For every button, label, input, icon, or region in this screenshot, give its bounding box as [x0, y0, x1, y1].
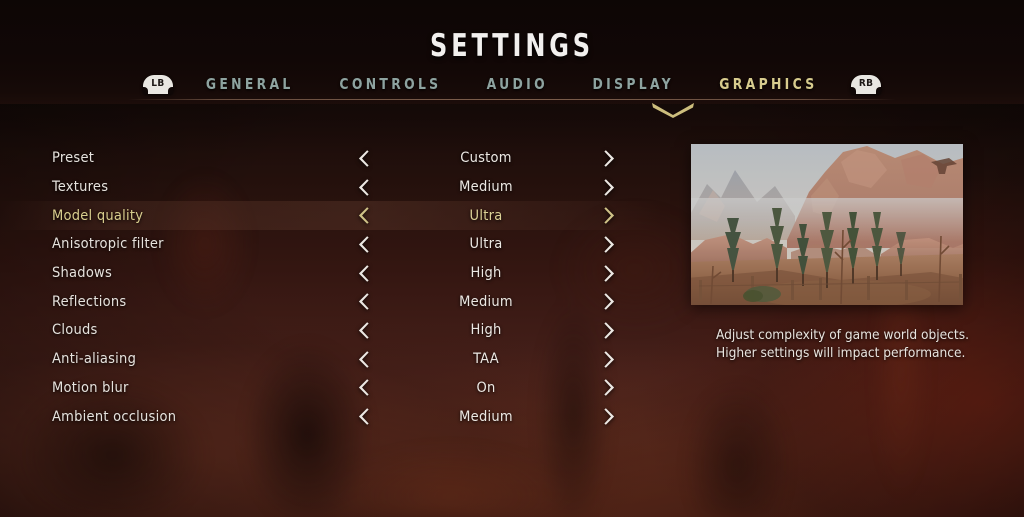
setting-row[interactable]: Textures Medium [0, 173, 660, 202]
setting-value: Custom [460, 150, 512, 167]
setting-value: On [476, 379, 496, 396]
settings-screen: SETTINGS LB GENERAL CONTROLS AUDIO DISPL… [0, 0, 1024, 517]
setting-label: Anti-aliasing [52, 351, 137, 368]
setting-label: Anisotropic filter [52, 236, 164, 253]
setting-value-stepper: Ultra [352, 233, 620, 255]
setting-value-stepper: Ultra [352, 205, 620, 227]
setting-label: Ambient occlusion [52, 408, 177, 425]
setting-value: Ultra [469, 236, 503, 253]
active-tab-chevron-down-icon [652, 103, 694, 118]
setting-row[interactable]: Motion blur On [0, 374, 660, 403]
setting-row[interactable]: Ambient occlusion Medium [0, 402, 660, 431]
chevron-left-icon[interactable] [352, 406, 374, 428]
preview-description: Adjust complexity of game world objects.… [716, 327, 969, 361]
setting-value-stepper: High [352, 262, 620, 284]
setting-value: High [470, 265, 502, 282]
chevron-right-icon[interactable] [598, 205, 620, 227]
page-title: SETTINGS [430, 28, 594, 64]
setting-value-stepper: Medium [352, 406, 620, 428]
setting-label: Shadows [52, 265, 113, 282]
chevron-right-icon[interactable] [598, 348, 620, 370]
chevron-right-icon[interactable] [598, 406, 620, 428]
bumper-lb-button[interactable]: LB [142, 74, 173, 94]
tab-display[interactable]: DISPLAY [575, 75, 691, 93]
setting-row[interactable]: Preset Custom [0, 144, 660, 173]
chevron-left-icon[interactable] [352, 233, 374, 255]
setting-row[interactable]: Anisotropic filter Ultra [0, 230, 660, 259]
chevron-right-icon[interactable] [598, 291, 620, 313]
setting-value-stepper: Medium [352, 176, 620, 198]
setting-row[interactable]: Model quality Ultra [0, 201, 660, 230]
setting-label: Motion blur [52, 379, 129, 396]
chevron-left-icon[interactable] [352, 147, 374, 169]
setting-value: Medium [459, 179, 513, 196]
setting-label: Model quality [52, 207, 144, 224]
chevron-left-icon[interactable] [352, 319, 374, 341]
chevron-right-icon[interactable] [598, 176, 620, 198]
tab-bar: LB GENERAL CONTROLS AUDIO DISPLAY GRAPHI… [0, 72, 1024, 96]
setting-row[interactable]: Clouds High [0, 316, 660, 345]
chevron-left-icon[interactable] [352, 377, 374, 399]
chevron-left-icon[interactable] [352, 176, 374, 198]
setting-value-stepper: Medium [352, 291, 620, 313]
setting-value-stepper: On [352, 377, 620, 399]
setting-value-stepper: Custom [352, 147, 620, 169]
chevron-right-icon[interactable] [598, 377, 620, 399]
chevron-left-icon[interactable] [352, 348, 374, 370]
chevron-right-icon[interactable] [598, 233, 620, 255]
setting-label: Textures [52, 179, 109, 196]
setting-label: Reflections [52, 293, 127, 310]
setting-value: High [470, 322, 502, 339]
bumper-lb-label: LB [151, 78, 165, 89]
tab-audio[interactable]: AUDIO [469, 75, 565, 93]
chevron-left-icon[interactable] [352, 262, 374, 284]
setting-row[interactable]: Shadows High [0, 259, 660, 288]
tab-graphics[interactable]: GRAPHICS [702, 75, 835, 93]
bumper-rb-button[interactable]: RB [851, 74, 882, 94]
setting-value: TAA [473, 351, 499, 368]
setting-value-stepper: High [352, 319, 620, 341]
tab-controls[interactable]: CONTROLS [322, 75, 459, 93]
chevron-right-icon[interactable] [598, 147, 620, 169]
setting-value: Ultra [469, 207, 503, 224]
setting-value: Medium [459, 293, 513, 310]
bumper-rb-label: RB [858, 78, 874, 89]
preview-image [691, 144, 963, 305]
setting-label: Clouds [52, 322, 98, 339]
chevron-right-icon[interactable] [598, 319, 620, 341]
setting-label: Preset [52, 150, 95, 167]
setting-value: Medium [459, 408, 513, 425]
chevron-left-icon[interactable] [352, 291, 374, 313]
setting-row[interactable]: Anti-aliasing TAA [0, 345, 660, 374]
chevron-right-icon[interactable] [598, 262, 620, 284]
setting-value-stepper: TAA [352, 348, 620, 370]
settings-list: Preset Custom Textures Medium Model quality U… [0, 144, 660, 431]
tab-underline-divider [128, 99, 896, 100]
chevron-left-icon[interactable] [352, 205, 374, 227]
setting-row[interactable]: Reflections Medium [0, 287, 660, 316]
tab-general[interactable]: GENERAL [188, 75, 311, 93]
